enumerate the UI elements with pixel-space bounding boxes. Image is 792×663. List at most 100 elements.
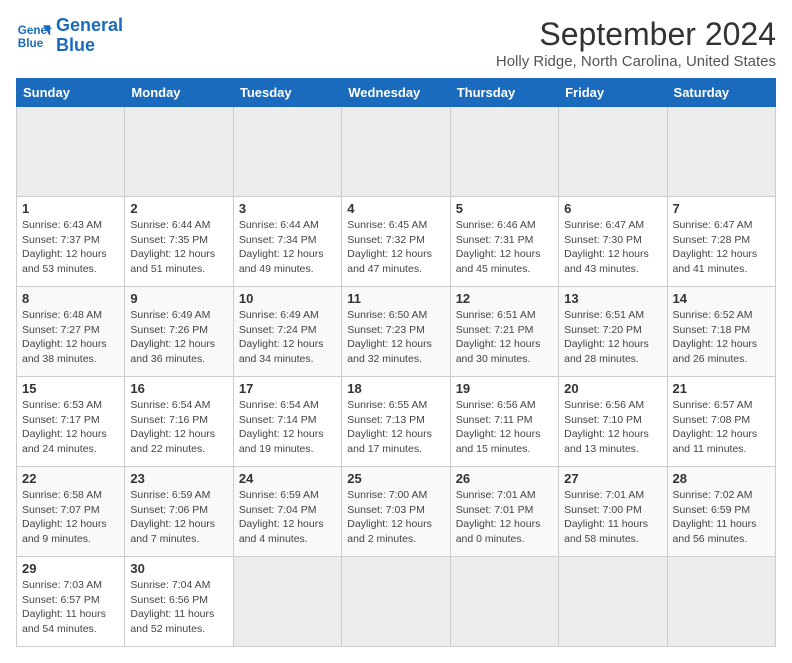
day-info: Sunrise: 6:47 AM Sunset: 7:28 PM Dayligh… <box>673 218 770 277</box>
header-wednesday: Wednesday <box>342 79 450 107</box>
day-number: 29 <box>22 561 119 576</box>
day-number: 14 <box>673 291 770 306</box>
day-info: Sunrise: 6:43 AM Sunset: 7:37 PM Dayligh… <box>22 218 119 277</box>
day-number: 7 <box>673 201 770 216</box>
day-info: Sunrise: 6:49 AM Sunset: 7:24 PM Dayligh… <box>239 308 336 367</box>
table-row: 26Sunrise: 7:01 AM Sunset: 7:01 PM Dayli… <box>450 467 558 557</box>
day-number: 22 <box>22 471 119 486</box>
day-number: 9 <box>130 291 227 306</box>
svg-text:Blue: Blue <box>18 37 44 50</box>
day-number: 23 <box>130 471 227 486</box>
header-thursday: Thursday <box>450 79 558 107</box>
header-monday: Monday <box>125 79 233 107</box>
table-row <box>559 107 667 197</box>
day-info: Sunrise: 6:51 AM Sunset: 7:21 PM Dayligh… <box>456 308 553 367</box>
calendar-title: September 2024 <box>496 16 776 53</box>
day-info: Sunrise: 7:00 AM Sunset: 7:03 PM Dayligh… <box>347 488 444 547</box>
day-number: 28 <box>673 471 770 486</box>
header-sunday: Sunday <box>17 79 125 107</box>
table-row <box>342 557 450 647</box>
day-info: Sunrise: 6:53 AM Sunset: 7:17 PM Dayligh… <box>22 398 119 457</box>
day-info: Sunrise: 6:48 AM Sunset: 7:27 PM Dayligh… <box>22 308 119 367</box>
calendar-week-row: 29 Sunrise: 7:03 AM Sunset: 6:57 PM Dayli… <box>17 557 776 647</box>
day-number: 4 <box>347 201 444 216</box>
day-info: Sunrise: 6:46 AM Sunset: 7:31 PM Dayligh… <box>456 218 553 277</box>
calendar-week-row: 15 Sunrise: 6:53 AM Sunset: 7:17 PM Dayli… <box>17 377 776 467</box>
table-row <box>233 557 341 647</box>
day-number: 6 <box>564 201 661 216</box>
table-row: 10 Sunrise: 6:49 AM Sunset: 7:24 PM Dayli… <box>233 287 341 377</box>
calendar-week-row: 22 Sunrise: 6:58 AM Sunset: 7:07 PM Dayli… <box>17 467 776 557</box>
day-number: 27 <box>564 471 661 486</box>
day-number: 13 <box>564 291 661 306</box>
day-info: Sunrise: 6:54 AM Sunset: 7:14 PM Dayligh… <box>239 398 336 457</box>
logo-text: General Blue <box>56 16 123 56</box>
header-saturday: Saturday <box>667 79 775 107</box>
day-info: Sunrise: 6:58 AM Sunset: 7:07 PM Dayligh… <box>22 488 119 547</box>
table-row: 16 Sunrise: 6:54 AM Sunset: 7:16 PM Dayli… <box>125 377 233 467</box>
table-row: 18 Sunrise: 6:55 AM Sunset: 7:13 PM Dayli… <box>342 377 450 467</box>
table-row: 4Sunrise: 6:45 AM Sunset: 7:32 PM Daylig… <box>342 197 450 287</box>
calendar-table: Sunday Monday Tuesday Wednesday Thursday… <box>16 78 776 647</box>
table-row <box>17 107 125 197</box>
table-row: 3 Sunrise: 6:44 AM Sunset: 7:34 PM Daylig… <box>233 197 341 287</box>
header: General Blue General Blue September 2024… <box>16 16 776 70</box>
table-row <box>233 107 341 197</box>
table-row <box>450 107 558 197</box>
table-row: 5Sunrise: 6:46 AM Sunset: 7:31 PM Daylig… <box>450 197 558 287</box>
table-row: 1 Sunrise: 6:43 AM Sunset: 7:37 PM Daylig… <box>17 197 125 287</box>
table-row: 30Sunrise: 7:04 AM Sunset: 6:56 PM Dayli… <box>125 557 233 647</box>
day-info: Sunrise: 6:49 AM Sunset: 7:26 PM Dayligh… <box>130 308 227 367</box>
calendar-week-row: 8 Sunrise: 6:48 AM Sunset: 7:27 PM Daylig… <box>17 287 776 377</box>
day-number: 17 <box>239 381 336 396</box>
day-number: 10 <box>239 291 336 306</box>
day-info: Sunrise: 6:47 AM Sunset: 7:30 PM Dayligh… <box>564 218 661 277</box>
day-info: Sunrise: 6:55 AM Sunset: 7:13 PM Dayligh… <box>347 398 444 457</box>
table-row <box>450 557 558 647</box>
day-info: Sunrise: 7:02 AM Sunset: 6:59 PM Dayligh… <box>673 488 770 547</box>
day-number: 1 <box>22 201 119 216</box>
header-friday: Friday <box>559 79 667 107</box>
day-info: Sunrise: 7:01 AM Sunset: 7:01 PM Dayligh… <box>456 488 553 547</box>
table-row: 15 Sunrise: 6:53 AM Sunset: 7:17 PM Dayli… <box>17 377 125 467</box>
table-row: 22 Sunrise: 6:58 AM Sunset: 7:07 PM Dayli… <box>17 467 125 557</box>
day-info: Sunrise: 7:01 AM Sunset: 7:00 PM Dayligh… <box>564 488 661 547</box>
day-number: 11 <box>347 291 444 306</box>
day-info: Sunrise: 6:59 AM Sunset: 7:06 PM Dayligh… <box>130 488 227 547</box>
day-number: 2 <box>130 201 227 216</box>
day-number: 16 <box>130 381 227 396</box>
table-row: 12 Sunrise: 6:51 AM Sunset: 7:21 PM Dayli… <box>450 287 558 377</box>
table-row: 23 Sunrise: 6:59 AM Sunset: 7:06 PM Dayli… <box>125 467 233 557</box>
table-row <box>342 107 450 197</box>
table-row <box>667 107 775 197</box>
day-number: 12 <box>456 291 553 306</box>
day-number: 3 <box>239 201 336 216</box>
table-row: 2Sunrise: 6:44 AM Sunset: 7:35 PM Daylig… <box>125 197 233 287</box>
table-row <box>559 557 667 647</box>
day-info: Sunrise: 6:56 AM Sunset: 7:10 PM Dayligh… <box>564 398 661 457</box>
logo-icon: General Blue <box>16 18 52 54</box>
day-info: Sunrise: 6:50 AM Sunset: 7:23 PM Dayligh… <box>347 308 444 367</box>
day-number: 21 <box>673 381 770 396</box>
table-row: 13 Sunrise: 6:51 AM Sunset: 7:20 PM Dayli… <box>559 287 667 377</box>
day-info: Sunrise: 6:54 AM Sunset: 7:16 PM Dayligh… <box>130 398 227 457</box>
table-row: 27 Sunrise: 7:01 AM Sunset: 7:00 PM Dayli… <box>559 467 667 557</box>
table-row: 28 Sunrise: 7:02 AM Sunset: 6:59 PM Dayli… <box>667 467 775 557</box>
table-row: 8 Sunrise: 6:48 AM Sunset: 7:27 PM Daylig… <box>17 287 125 377</box>
table-row: 29 Sunrise: 7:03 AM Sunset: 6:57 PM Dayli… <box>17 557 125 647</box>
day-info: Sunrise: 6:51 AM Sunset: 7:20 PM Dayligh… <box>564 308 661 367</box>
table-row: 24Sunrise: 6:59 AM Sunset: 7:04 PM Dayli… <box>233 467 341 557</box>
day-number: 25 <box>347 471 444 486</box>
day-number: 18 <box>347 381 444 396</box>
table-row: 20Sunrise: 6:56 AM Sunset: 7:10 PM Dayli… <box>559 377 667 467</box>
day-number: 15 <box>22 381 119 396</box>
day-info: Sunrise: 6:52 AM Sunset: 7:18 PM Dayligh… <box>673 308 770 367</box>
day-number: 8 <box>22 291 119 306</box>
table-row: 9 Sunrise: 6:49 AM Sunset: 7:26 PM Daylig… <box>125 287 233 377</box>
day-info: Sunrise: 7:04 AM Sunset: 6:56 PM Dayligh… <box>130 578 227 637</box>
day-info: Sunrise: 7:03 AM Sunset: 6:57 PM Dayligh… <box>22 578 119 637</box>
day-info: Sunrise: 6:57 AM Sunset: 7:08 PM Dayligh… <box>673 398 770 457</box>
day-number: 19 <box>456 381 553 396</box>
table-row: 14 Sunrise: 6:52 AM Sunset: 7:18 PM Dayli… <box>667 287 775 377</box>
day-info: Sunrise: 6:44 AM Sunset: 7:34 PM Dayligh… <box>239 218 336 277</box>
